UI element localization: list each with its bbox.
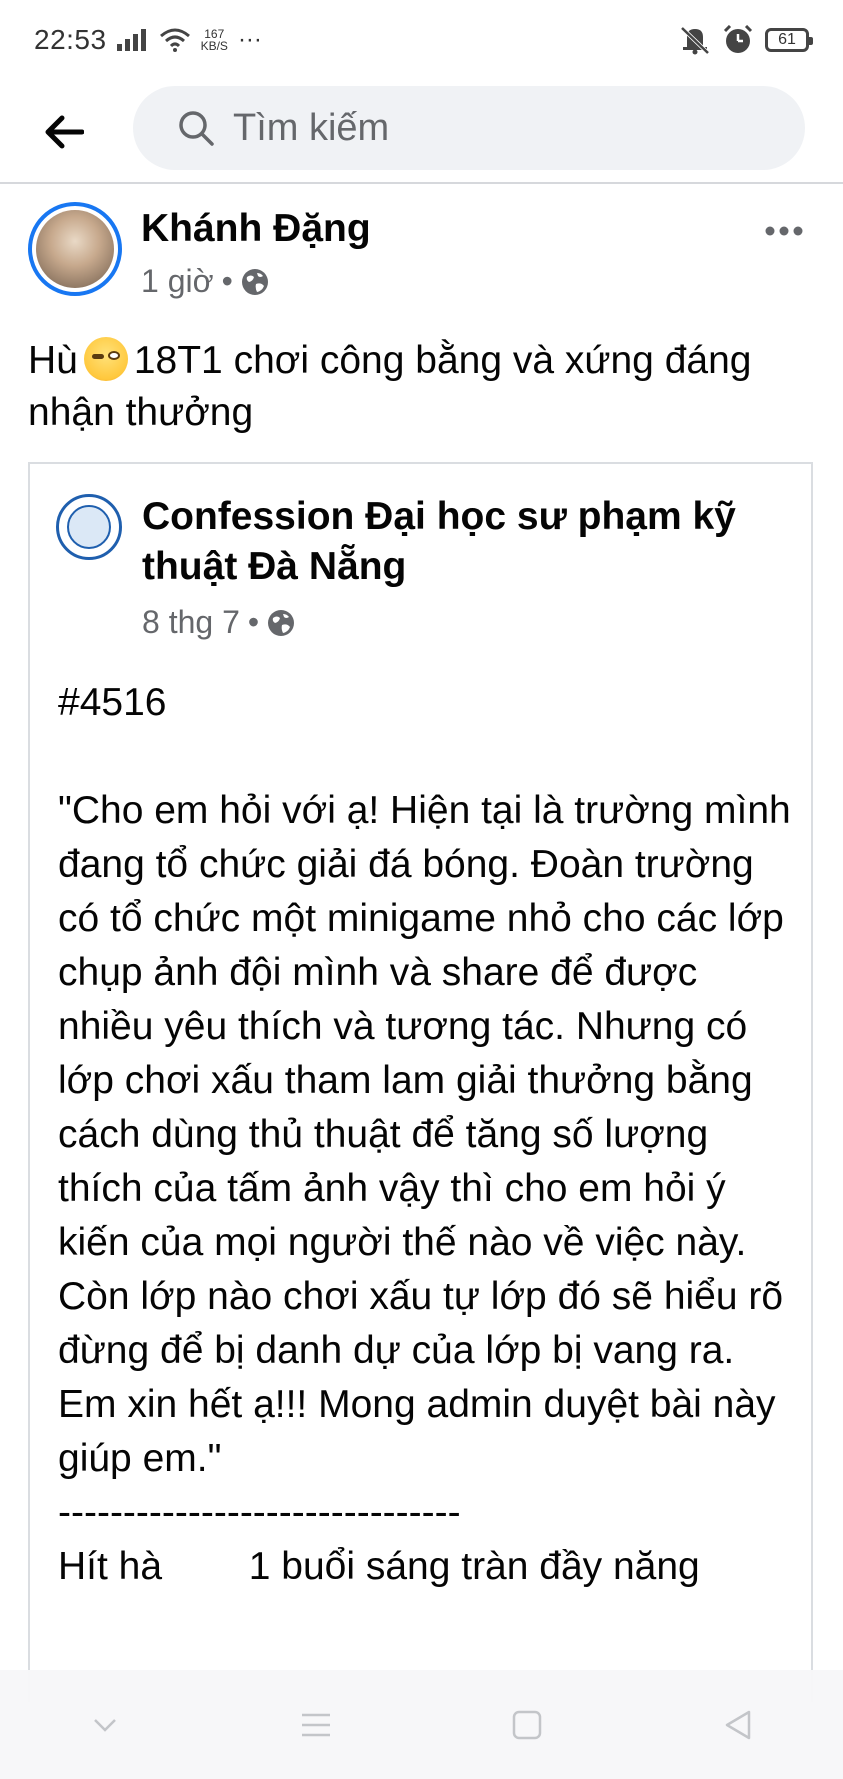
home-square-icon xyxy=(512,1710,542,1739)
system-nav-bar xyxy=(0,1670,843,1779)
network-speed-unit: KB/S xyxy=(200,39,228,53)
alarm-icon xyxy=(723,25,753,53)
status-more: ··· xyxy=(237,26,262,53)
nav-home-button[interactable] xyxy=(492,1695,562,1755)
post-text: Hù 18T1 chơi công bằng và xứng đáng nhận … xyxy=(28,335,808,439)
shared-post-body: #4516 "Cho em hỏi với ạ! Hiện tại là trư… xyxy=(58,681,791,1588)
author-name[interactable]: Khánh Đặng xyxy=(141,207,371,251)
nav-collapse-button[interactable] xyxy=(70,1695,140,1755)
top-bar xyxy=(0,80,843,184)
post-text-before-emoji: Hù xyxy=(28,339,78,382)
clock: 22:53 xyxy=(34,24,107,55)
post-header: Khánh Đặng 1 giờ • xyxy=(0,185,843,315)
post-time[interactable]: 1 giờ xyxy=(141,263,214,300)
globe-icon xyxy=(268,609,295,636)
shared-page-name[interactable]: Confession Đại học sư phạm kỹ thuật Đà N… xyxy=(142,492,782,592)
shared-meta-separator: • xyxy=(247,604,260,640)
search-bar[interactable] xyxy=(133,86,805,170)
back-button[interactable] xyxy=(40,108,88,156)
back-triangle-icon xyxy=(725,1710,750,1739)
post-text-after-emoji: 18T1 chơi công bằng và xứng đáng nhận th… xyxy=(28,339,752,434)
mute-icon xyxy=(680,26,710,55)
page-logo-emblem xyxy=(67,505,111,549)
shared-post-date[interactable]: 8 thg 7 xyxy=(142,604,240,641)
nav-back-button[interactable] xyxy=(703,1695,773,1755)
status-right: 61 xyxy=(679,25,813,55)
avatar-image xyxy=(36,210,114,288)
network-speed: 167 KB/S xyxy=(201,28,228,52)
signal-icon xyxy=(116,29,146,51)
shared-post-card[interactable]: Confession Đại học sư phạm kỹ thuật Đà N… xyxy=(28,462,813,1702)
more-options-icon[interactable] xyxy=(765,207,803,244)
author-avatar[interactable] xyxy=(28,202,122,296)
nav-menu-button[interactable] xyxy=(281,1695,351,1755)
globe-icon xyxy=(241,268,268,295)
battery-level: 61 xyxy=(778,31,796,48)
search-input[interactable] xyxy=(231,105,755,151)
status-left: 22:53 167 KB/S ··· xyxy=(34,24,262,56)
battery-icon: 61 xyxy=(765,28,813,52)
meta-separator: • xyxy=(221,263,233,299)
search-icon xyxy=(179,111,214,146)
post-meta: 1 giờ • xyxy=(141,263,269,300)
wifi-icon xyxy=(159,28,190,52)
face-with-rolling-eyes-emoji xyxy=(83,337,128,381)
chevron-down-icon xyxy=(94,1718,117,1732)
back-arrow-icon xyxy=(45,115,84,149)
shared-post-meta: 8 thg 7 • xyxy=(142,604,295,641)
page-logo[interactable] xyxy=(56,494,122,560)
status-bar: 22:53 167 KB/S ··· 61 xyxy=(0,0,843,80)
menu-icon xyxy=(302,1713,331,1736)
